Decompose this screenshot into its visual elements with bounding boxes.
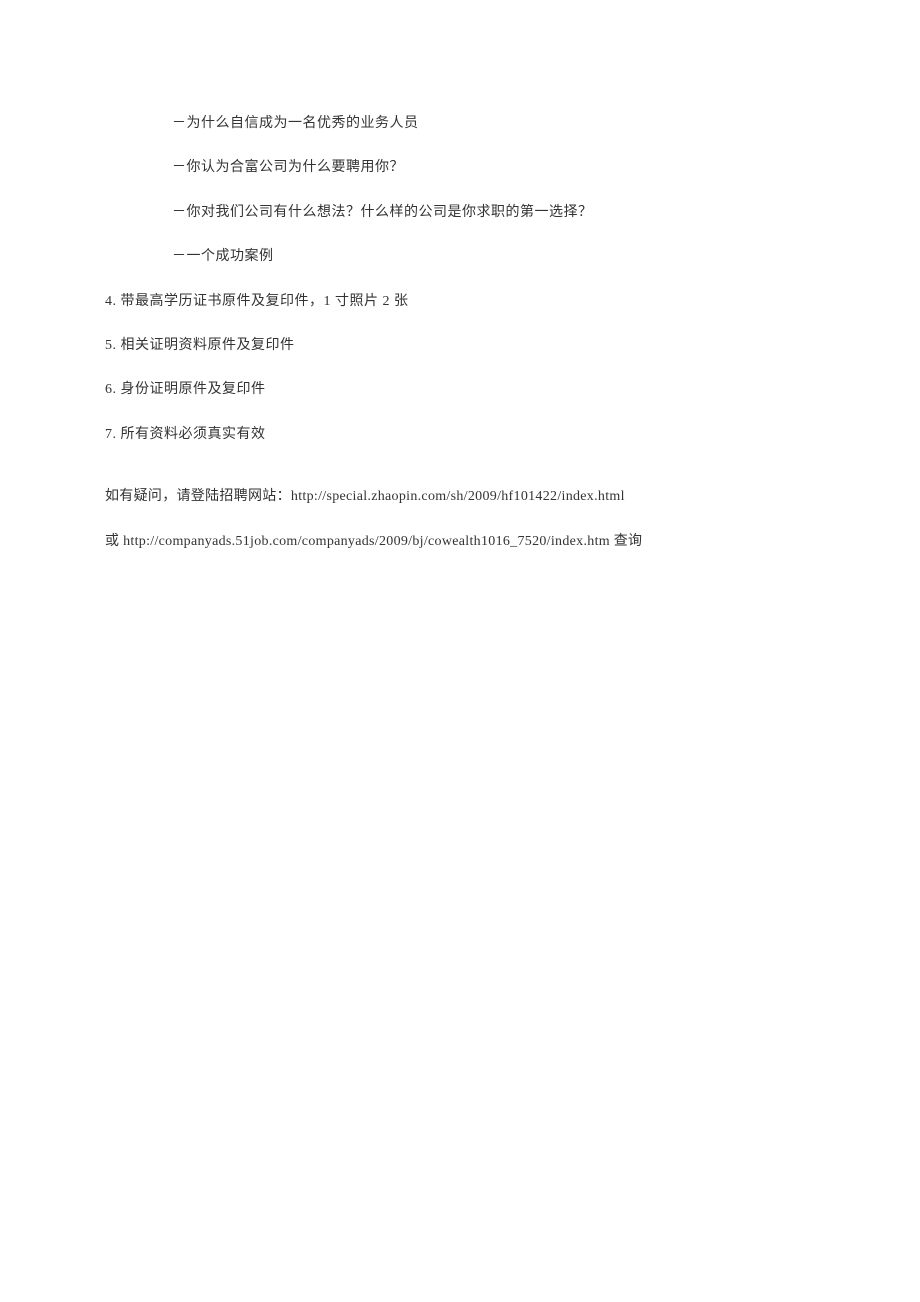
bullet-item-1: －为什么自信成为一名优秀的业务人员 [105, 113, 815, 135]
inquiry-line: 如有疑问，请登陆招聘网站：http://special.zhaopin.com/… [105, 486, 815, 508]
bullet-item-2: －你认为合富公司为什么要聘用你？ [105, 157, 815, 179]
numbered-item-6: 6. 身份证明原件及复印件 [105, 379, 815, 401]
spacer [105, 468, 815, 486]
numbered-item-4: 4. 带最高学历证书原件及复印件，1 寸照片 2 张 [105, 291, 815, 313]
bullet-item-4: －一个成功案例 [105, 246, 815, 268]
numbered-item-5: 5. 相关证明资料原件及复印件 [105, 335, 815, 357]
document-content: －为什么自信成为一名优秀的业务人员 －你认为合富公司为什么要聘用你？ －你对我们… [0, 113, 920, 553]
numbered-item-7: 7. 所有资料必须真实有效 [105, 424, 815, 446]
bullet-item-3: －你对我们公司有什么想法？什么样的公司是你求职的第一选择？ [105, 202, 815, 224]
alt-url-line: 或 http://companyads.51job.com/companyads… [105, 531, 815, 553]
